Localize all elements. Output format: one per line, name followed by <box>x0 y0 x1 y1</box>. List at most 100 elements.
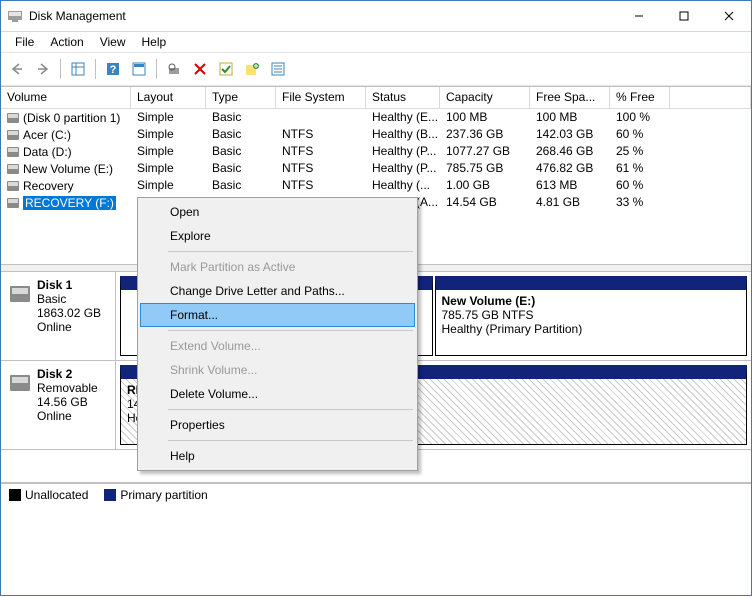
delete-button[interactable] <box>188 57 212 81</box>
cell: 60 % <box>610 177 670 194</box>
cell: NTFS <box>276 126 366 143</box>
minimize-button[interactable] <box>616 2 661 31</box>
disk-state: Online <box>37 409 72 423</box>
cell: 100 MB <box>440 109 530 126</box>
menu-help[interactable]: Help <box>134 33 175 51</box>
cell: Basic <box>206 143 276 160</box>
disk-name: Disk 2 <box>37 367 72 381</box>
col-spacer <box>670 87 751 109</box>
disk-type: Basic <box>37 292 66 306</box>
cell: Healthy (B... <box>366 126 440 143</box>
cell: 237.36 GB <box>440 126 530 143</box>
col-pct-free[interactable]: % Free <box>610 87 670 109</box>
col-volume[interactable]: Volume <box>1 87 131 109</box>
legend-primary: Primary partition <box>104 488 207 502</box>
cell: 60 % <box>610 126 670 143</box>
help-button[interactable]: ? <box>101 57 125 81</box>
table-row[interactable]: Acer (C:)SimpleBasicNTFSHealthy (B...237… <box>1 126 751 143</box>
col-filesystem[interactable]: File System <box>276 87 366 109</box>
cell: 1.00 GB <box>440 177 530 194</box>
cell: Basic <box>206 109 276 126</box>
cell: NTFS <box>276 143 366 160</box>
cell: Simple <box>131 177 206 194</box>
menu-file[interactable]: File <box>7 33 42 51</box>
properties-button[interactable] <box>266 57 290 81</box>
cell: (Disk 0 partition 1) <box>1 109 131 126</box>
legend-unallocated: Unallocated <box>9 488 88 502</box>
table-row[interactable]: RecoverySimpleBasicNTFSHealthy (...1.00 … <box>1 177 751 194</box>
volume-icon <box>7 113 19 123</box>
ctx-delete[interactable]: Delete Volume... <box>140 382 415 406</box>
maximize-button[interactable] <box>661 2 706 31</box>
ctx-explore[interactable]: Explore <box>140 224 415 248</box>
disk-header-2: Disk 2 Removable 14.56 GB Online <box>1 361 116 449</box>
col-free-space[interactable]: Free Spa... <box>530 87 610 109</box>
col-status[interactable]: Status <box>366 87 440 109</box>
disk-header-1: Disk 1 Basic 1863.02 GB Online <box>1 272 116 360</box>
table-row[interactable]: New Volume (E:)SimpleBasicNTFSHealthy (P… <box>1 160 751 177</box>
app-icon <box>7 8 23 24</box>
cell: Basic <box>206 160 276 177</box>
menu-action[interactable]: Action <box>42 33 91 51</box>
cell: Simple <box>131 109 206 126</box>
col-layout[interactable]: Layout <box>131 87 206 109</box>
ctx-shrink: Shrink Volume... <box>140 358 415 382</box>
volume-table-header: Volume Layout Type File System Status Ca… <box>1 86 751 109</box>
cell: New Volume (E:) <box>1 160 131 177</box>
cell: Basic <box>206 126 276 143</box>
legend: Unallocated Primary partition <box>1 483 751 506</box>
col-type[interactable]: Type <box>206 87 276 109</box>
cell: 1077.27 GB <box>440 143 530 160</box>
ctx-help[interactable]: Help <box>140 444 415 468</box>
cell: 61 % <box>610 160 670 177</box>
cell: Healthy (E... <box>366 109 440 126</box>
cell <box>276 109 366 126</box>
disk-type: Removable <box>37 381 98 395</box>
table-row[interactable]: (Disk 0 partition 1)SimpleBasic Healthy (… <box>1 109 751 126</box>
cell: 785.75 GB <box>440 160 530 177</box>
cell: Healthy (P... <box>366 143 440 160</box>
cell: Recovery <box>1 177 131 194</box>
volume-icon <box>7 198 19 208</box>
cell: Simple <box>131 126 206 143</box>
check-button[interactable] <box>214 57 238 81</box>
context-menu: Open Explore Mark Partition as Active Ch… <box>137 197 418 471</box>
cell: 4.81 GB <box>530 194 610 211</box>
cell: Simple <box>131 160 206 177</box>
disk-icon <box>9 369 31 395</box>
cell: Basic <box>206 177 276 194</box>
menu-view[interactable]: View <box>92 33 134 51</box>
cell: 613 MB <box>530 177 610 194</box>
volume-icon <box>7 164 19 174</box>
cell: Simple <box>131 143 206 160</box>
cell: Healthy (... <box>366 177 440 194</box>
disk-size: 14.56 GB <box>37 395 88 409</box>
ctx-extend: Extend Volume... <box>140 334 415 358</box>
svg-text:?: ? <box>110 64 117 76</box>
ctx-properties[interactable]: Properties <box>140 413 415 437</box>
new-volume-button[interactable] <box>240 57 264 81</box>
view-list-button[interactable] <box>66 57 90 81</box>
cell: 25 % <box>610 143 670 160</box>
disk-icon <box>9 280 31 306</box>
back-button <box>5 57 29 81</box>
cell: 14.54 GB <box>440 194 530 211</box>
cell: 100 % <box>610 109 670 126</box>
ctx-mark-active: Mark Partition as Active <box>140 255 415 279</box>
partition-title: New Volume (E:) <box>442 294 741 308</box>
settings-button[interactable] <box>162 57 186 81</box>
view-graphical-button[interactable] <box>127 57 151 81</box>
ctx-open[interactable]: Open <box>140 200 415 224</box>
cell: RECOVERY (F:) <box>1 194 131 211</box>
col-capacity[interactable]: Capacity <box>440 87 530 109</box>
menubar: File Action View Help <box>1 32 751 52</box>
ctx-change-letter[interactable]: Change Drive Letter and Paths... <box>140 279 415 303</box>
cell: 476.82 GB <box>530 160 610 177</box>
toolbar: ? <box>1 52 751 86</box>
close-button[interactable] <box>706 2 751 31</box>
volume-icon <box>7 181 19 191</box>
ctx-format[interactable]: Format... <box>140 303 415 327</box>
partition-block[interactable]: New Volume (E:) 785.75 GB NTFS Healthy (… <box>435 276 748 356</box>
window-title: Disk Management <box>29 9 616 23</box>
table-row[interactable]: Data (D:)SimpleBasicNTFSHealthy (P...107… <box>1 143 751 160</box>
